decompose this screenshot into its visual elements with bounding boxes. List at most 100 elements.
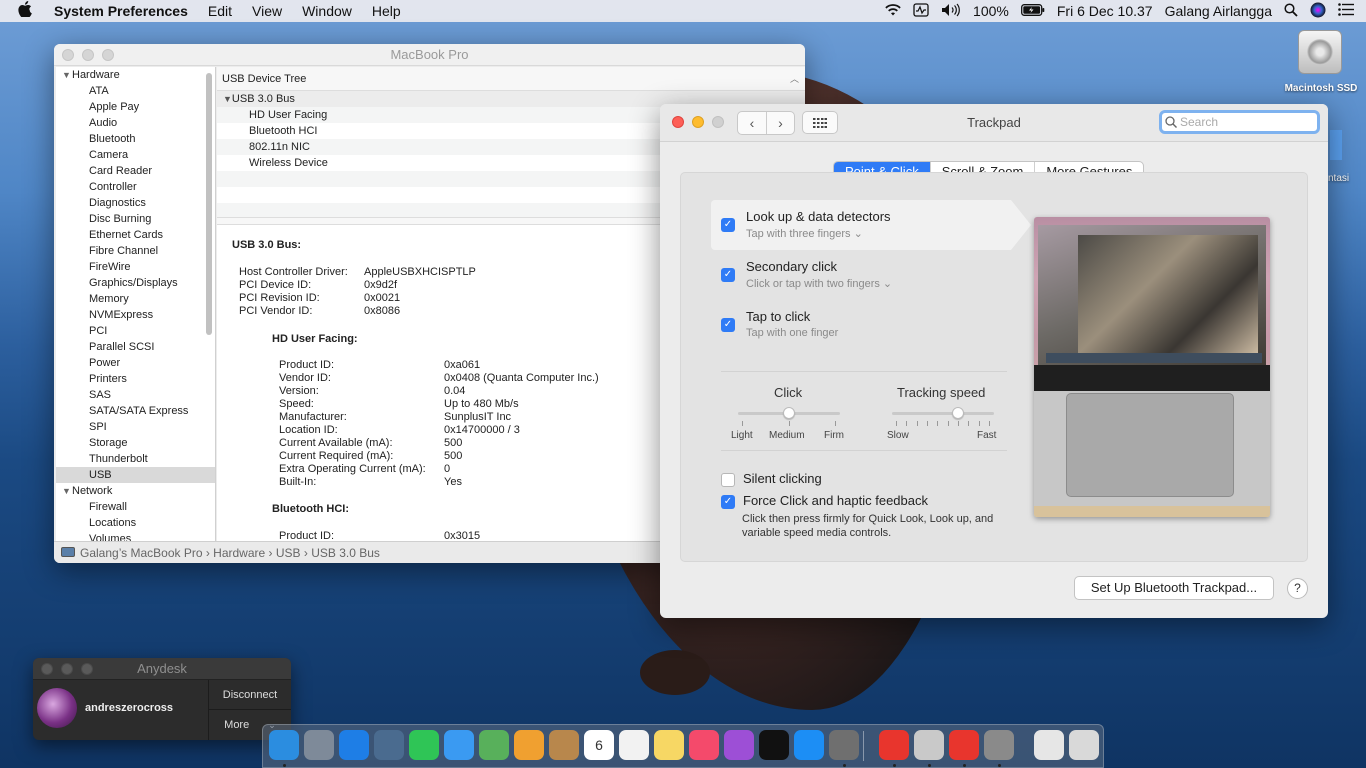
option-tap-to-click[interactable]: ✓ Tap to click Tap with one finger bbox=[711, 300, 1011, 350]
sidebar-item-audio[interactable]: Audio bbox=[56, 115, 215, 131]
calendar-icon[interactable]: 6 bbox=[584, 730, 614, 760]
battery-icon[interactable] bbox=[1020, 3, 1045, 19]
anydesk-icon[interactable] bbox=[879, 730, 909, 760]
sidebar-item-card-reader[interactable]: Card Reader bbox=[56, 163, 215, 179]
sidebar-item-controller[interactable]: Controller bbox=[56, 179, 215, 195]
checkbox-look-up[interactable]: ✓ bbox=[721, 218, 735, 232]
volume-icon[interactable] bbox=[941, 3, 961, 20]
minimize-button[interactable] bbox=[61, 662, 73, 675]
sidebar-item-graphics-displays[interactable]: Graphics/Displays bbox=[56, 275, 215, 291]
photos-icon[interactable] bbox=[514, 730, 544, 760]
sidebar-item-nvmexpress[interactable]: NVMExpress bbox=[56, 307, 215, 323]
close-button[interactable] bbox=[62, 48, 74, 61]
checkbox-silent-clicking[interactable] bbox=[721, 472, 735, 487]
option-gesture-popup[interactable]: Tap with three fingers ⌄ bbox=[746, 227, 863, 240]
tv-icon[interactable] bbox=[759, 730, 789, 760]
sidebar-item-spi[interactable]: SPI bbox=[56, 419, 215, 435]
desktop-folder-icon[interactable] bbox=[1330, 130, 1342, 160]
sysinfo-titlebar[interactable]: MacBook Pro bbox=[54, 44, 805, 66]
finder-icon[interactable] bbox=[269, 730, 299, 760]
sidebar-item-ethernet-cards[interactable]: Ethernet Cards bbox=[56, 227, 215, 243]
sidebar-item-usb[interactable]: USB bbox=[56, 467, 215, 483]
desktop-folder-label[interactable]: ntasi bbox=[1328, 173, 1349, 184]
anydesk-titlebar[interactable]: Anydesk bbox=[33, 658, 291, 680]
menu-help[interactable]: Help bbox=[372, 3, 401, 19]
zoom-button[interactable] bbox=[102, 48, 114, 61]
search-input[interactable]: Search bbox=[1159, 110, 1320, 134]
apple-menu-icon[interactable] bbox=[18, 1, 38, 21]
battery-percent[interactable]: 100% bbox=[973, 3, 1009, 19]
set-up-bluetooth-trackpad-button[interactable]: Set Up Bluetooth Trackpad... bbox=[1074, 576, 1274, 600]
instruments-icon[interactable] bbox=[914, 730, 944, 760]
music-icon[interactable] bbox=[689, 730, 719, 760]
notification-center-icon[interactable] bbox=[1338, 3, 1354, 19]
activity-icon[interactable] bbox=[913, 2, 929, 20]
documents-icon[interactable] bbox=[1034, 730, 1064, 760]
maps-icon[interactable] bbox=[479, 730, 509, 760]
checkbox-force-click[interactable]: ✓ bbox=[721, 494, 735, 509]
sidebar-item-sas[interactable]: SAS bbox=[56, 387, 215, 403]
system-preferences-icon[interactable] bbox=[829, 730, 859, 760]
sidebar-item-locations[interactable]: Locations bbox=[56, 515, 215, 531]
sidebar-item-storage[interactable]: Storage bbox=[56, 435, 215, 451]
option-silent-clicking[interactable]: Silent clicking bbox=[721, 471, 822, 487]
sidebar-item-power[interactable]: Power bbox=[56, 355, 215, 371]
launchpad-icon[interactable] bbox=[304, 730, 334, 760]
sidebar-item-volumes[interactable]: Volumes bbox=[56, 531, 215, 541]
sidebar-item-firewall[interactable]: Firewall bbox=[56, 499, 215, 515]
sidebar-item-apple-pay[interactable]: Apple Pay bbox=[56, 99, 215, 115]
automator-icon[interactable] bbox=[984, 730, 1014, 760]
hard-drive-icon[interactable] bbox=[1298, 30, 1342, 74]
zoom-button[interactable] bbox=[81, 662, 93, 675]
usb-tree-header[interactable]: USB Device Tree ︿ bbox=[217, 67, 805, 91]
sidebar-item-parallel-scsi[interactable]: Parallel SCSI bbox=[56, 339, 215, 355]
minimize-button[interactable] bbox=[82, 48, 94, 61]
user-name[interactable]: Galang Airlangga bbox=[1165, 3, 1272, 19]
anydesk-2-icon[interactable] bbox=[949, 730, 979, 760]
option-look-up[interactable]: ✓ Look up & data detectors Tap with thre… bbox=[711, 200, 1031, 250]
notes-icon[interactable] bbox=[654, 730, 684, 760]
sidebar-item-memory[interactable]: Memory bbox=[56, 291, 215, 307]
sidebar-item-thunderbolt[interactable]: Thunderbolt bbox=[56, 451, 215, 467]
sidebar-item-disc-burning[interactable]: Disc Burning bbox=[56, 211, 215, 227]
menu-window[interactable]: Window bbox=[302, 3, 352, 19]
podcasts-icon[interactable] bbox=[724, 730, 754, 760]
contacts-icon[interactable] bbox=[549, 730, 579, 760]
disclosure-triangle-icon[interactable]: ▼ bbox=[223, 94, 232, 104]
sidebar-item-diagnostics[interactable]: Diagnostics bbox=[56, 195, 215, 211]
sidebar-section-network[interactable]: ▼Network bbox=[56, 483, 215, 499]
trash-icon[interactable] bbox=[1069, 730, 1099, 760]
sidebar-item-firewire[interactable]: FireWire bbox=[56, 259, 215, 275]
chevron-up-icon[interactable]: ︿ bbox=[790, 67, 799, 91]
menu-view[interactable]: View bbox=[252, 3, 282, 19]
sidebar-item-fibre-channel[interactable]: Fibre Channel bbox=[56, 243, 215, 259]
spotlight-icon[interactable] bbox=[1284, 2, 1298, 20]
option-secondary-click[interactable]: ✓ Secondary click Click or tap with two … bbox=[711, 250, 1011, 300]
sidebar-item-printers[interactable]: Printers bbox=[56, 371, 215, 387]
preview-icon[interactable] bbox=[374, 730, 404, 760]
sidebar-item-sata-sata-express[interactable]: SATA/SATA Express bbox=[56, 403, 215, 419]
sidebar-item-bluetooth[interactable]: Bluetooth bbox=[56, 131, 215, 147]
wifi-icon[interactable] bbox=[885, 3, 901, 19]
trackpad-toolbar[interactable]: ‹ › Trackpad Search bbox=[660, 104, 1328, 142]
messages-icon[interactable] bbox=[444, 730, 474, 760]
app-store-icon[interactable] bbox=[794, 730, 824, 760]
menu-edit[interactable]: Edit bbox=[208, 3, 232, 19]
reminders-icon[interactable] bbox=[619, 730, 649, 760]
sidebar-section-hardware[interactable]: ▼Hardware bbox=[56, 67, 215, 83]
siri-icon[interactable] bbox=[1310, 2, 1326, 21]
option-gesture-popup[interactable]: Click or tap with two fingers ⌄ bbox=[746, 277, 892, 290]
sidebar-item-pci[interactable]: PCI bbox=[56, 323, 215, 339]
sidebar-item-ata[interactable]: ATA bbox=[56, 83, 215, 99]
sysinfo-sidebar[interactable]: ▼Hardware ATA Apple Pay Audio Bluetooth Came… bbox=[56, 67, 216, 541]
checkbox-secondary-click[interactable]: ✓ bbox=[721, 268, 735, 282]
safari-icon[interactable] bbox=[339, 730, 369, 760]
menu-app-name[interactable]: System Preferences bbox=[54, 3, 188, 19]
clock[interactable]: Fri 6 Dec 10.37 bbox=[1057, 3, 1153, 19]
sidebar-item-camera[interactable]: Camera bbox=[56, 147, 215, 163]
disclosure-triangle-icon[interactable]: ▼ bbox=[62, 483, 72, 499]
option-force-click[interactable]: ✓ Force Click and haptic feedback Click t… bbox=[721, 493, 1002, 540]
click-slider-knob[interactable] bbox=[783, 407, 795, 419]
help-button[interactable]: ? bbox=[1287, 578, 1308, 599]
facetime-icon[interactable] bbox=[409, 730, 439, 760]
